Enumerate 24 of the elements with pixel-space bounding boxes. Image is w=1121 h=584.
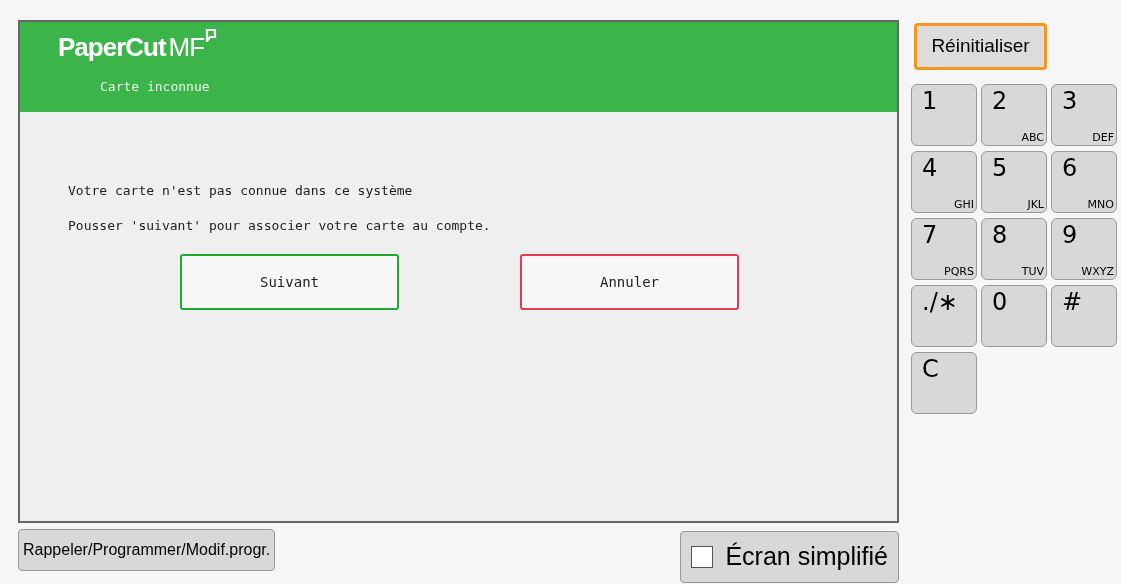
- program-button[interactable]: Rappeler/Programmer/Modif.progr.: [18, 529, 276, 571]
- screen-subtitle: Carte inconnue: [100, 78, 211, 96]
- keypad-key[interactable]: 3 DEF: [1051, 84, 1117, 146]
- keypad-key[interactable]: ./∗: [911, 285, 977, 347]
- message-text: Votre carte n'est pas connue dans ce système: [68, 184, 414, 197]
- keypad-key[interactable]: 0: [981, 285, 1047, 347]
- keypad-key[interactable]: 2 ABC: [981, 84, 1047, 146]
- keypad-key[interactable]: 8 TUV: [981, 218, 1047, 280]
- keypad-key[interactable]: 4 GHI: [911, 151, 977, 213]
- keypad-key[interactable]: 1: [911, 84, 977, 146]
- message-text: Pousser 'suivant' pour associer votre carte au compte.: [68, 219, 492, 232]
- keypad-key[interactable]: 6 MNO: [1051, 151, 1117, 213]
- logo: PaperCutMF: [58, 34, 218, 60]
- next-button[interactable]: Suivant: [180, 254, 399, 310]
- simplified-screen-toggle[interactable]: Écran simplifié: [680, 531, 899, 583]
- keypad-key[interactable]: 9 WXYZ: [1051, 218, 1117, 280]
- keypad-key[interactable]: 5 JKL: [981, 151, 1047, 213]
- keypad-key[interactable]: 7 PQRS: [911, 218, 977, 280]
- keypad-key[interactable]: #: [1051, 285, 1117, 347]
- reset-button[interactable]: Réinitialiser: [914, 23, 1047, 70]
- keypad-key[interactable]: C: [911, 352, 977, 414]
- checkbox[interactable]: [691, 545, 714, 568]
- logo-mark-icon: [205, 28, 218, 42]
- cancel-button[interactable]: Annuler: [520, 254, 739, 310]
